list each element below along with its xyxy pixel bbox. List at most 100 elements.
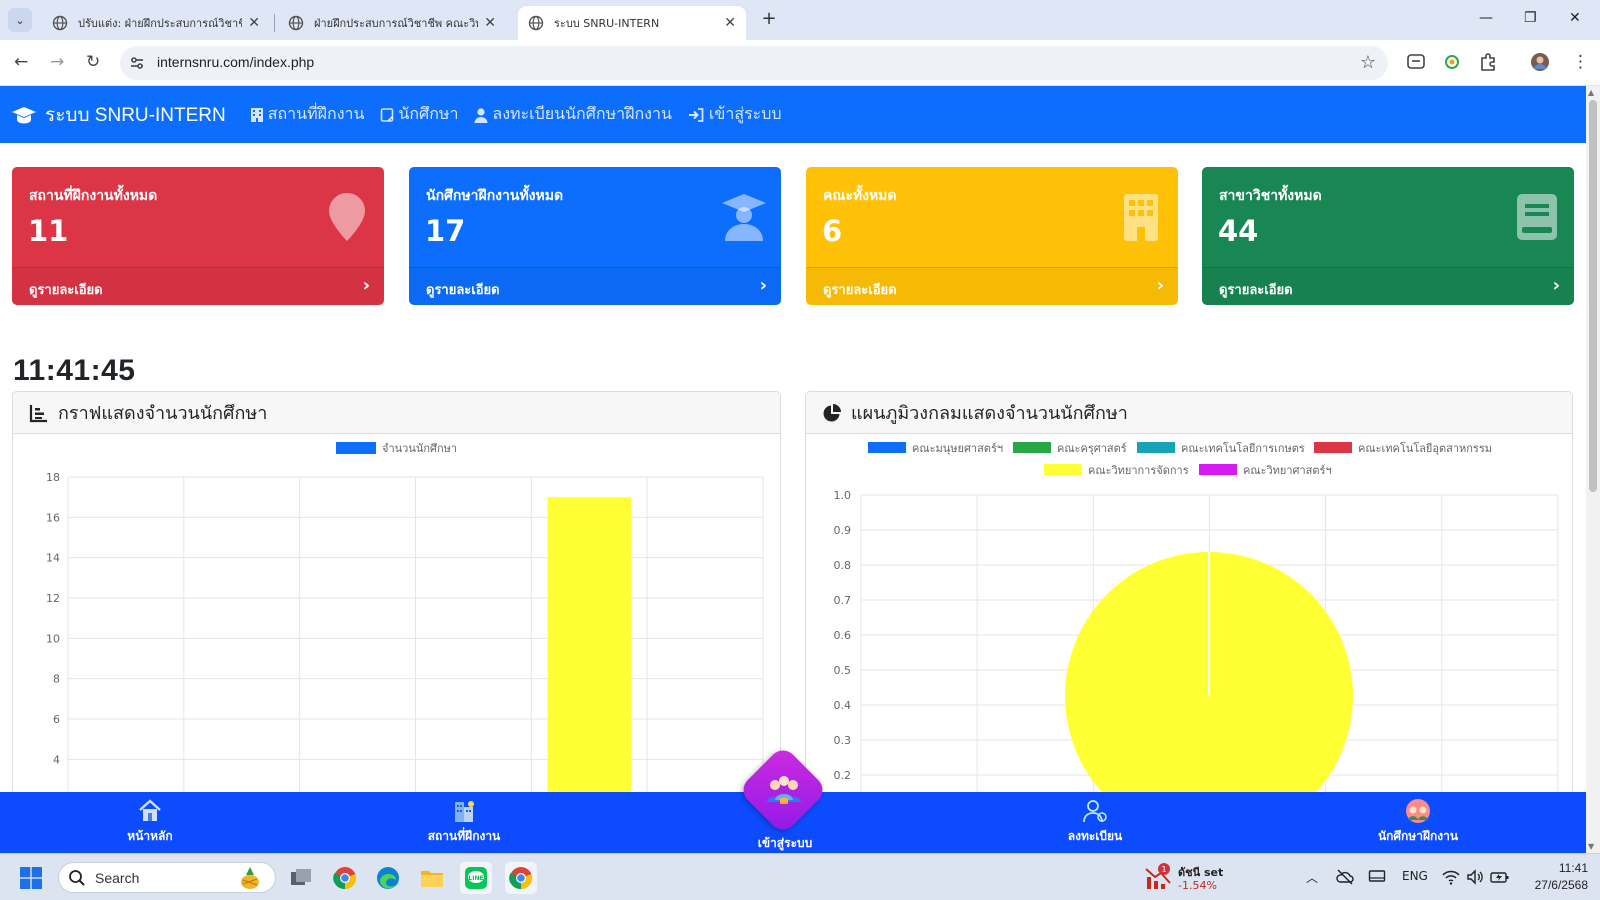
details-link: ดูรายละเอียด: [823, 283, 897, 298]
bottom-nav-register[interactable]: ลงทะเบียน: [1025, 798, 1165, 846]
stat-card-label: สาขาวิชาทั้งหมด: [1219, 188, 1322, 204]
close-window-icon[interactable]: ✕: [1569, 10, 1581, 26]
page-scrollbar[interactable]: ▲ ▼: [1586, 86, 1600, 853]
details-link: ดูรายละเอียด: [1219, 283, 1293, 298]
input-language[interactable]: ENG: [1402, 869, 1428, 883]
stat-card-label: นักศึกษาฝึกงานทั้งหมด: [426, 188, 564, 204]
location-pin-icon: [329, 193, 365, 241]
stat-card-footer-link[interactable]: ดูรายละเอียด ›: [12, 267, 384, 305]
stock-down-icon: 1: [1145, 863, 1171, 889]
stat-card-footer-link[interactable]: ดูรายละเอียด ›: [409, 267, 781, 305]
y-tick-label: 0.6: [834, 629, 852, 642]
interns-group-icon: [1406, 799, 1430, 823]
y-tick-label: 6: [53, 713, 60, 726]
close-tab-icon[interactable]: ✕: [724, 15, 736, 31]
close-tab-icon[interactable]: ✕: [484, 15, 496, 31]
forward-icon[interactable]: →: [50, 52, 64, 72]
y-tick-label: 0.4: [834, 699, 852, 712]
extension-chat-icon[interactable]: [1406, 52, 1426, 72]
tab-search-button[interactable]: ⌄: [8, 8, 32, 32]
stat-card-label: สถานที่ฝึกงานทั้งหมด: [29, 188, 158, 204]
home-icon: [139, 799, 161, 821]
taskbar-stock-widget[interactable]: 1 ดัชนี set -1.54%: [1144, 861, 1264, 895]
browser-tab-active[interactable]: ระบบ SNRU-INTERN ✕: [518, 6, 746, 40]
extension-leaf-icon[interactable]: [1442, 52, 1462, 72]
line-app-icon: LINE: [465, 867, 487, 889]
taskbar-task-view[interactable]: [285, 862, 317, 894]
legend-label: คณะมนุษยศาสตร์ฯ: [912, 442, 1003, 455]
new-tab-button[interactable]: +: [758, 8, 780, 30]
taskbar-search[interactable]: Search: [58, 862, 276, 893]
pie-chart-icon: [823, 403, 841, 421]
bookmark-star-icon[interactable]: ☆: [1360, 52, 1376, 73]
panel-header: กราฟแสดงจำนวนนักศึกษา: [13, 392, 780, 434]
display-icon[interactable]: [1368, 868, 1386, 886]
site-settings-icon[interactable]: [128, 54, 146, 72]
y-tick-label: 0.7: [834, 594, 852, 607]
taskbar-file-explorer[interactable]: [416, 862, 448, 894]
minimize-icon[interactable]: —: [1479, 10, 1493, 26]
address-bar[interactable]: internsnru.com/index.php ☆: [120, 46, 1388, 80]
nav-link-workplaces[interactable]: สถานที่ฝึกงาน: [250, 102, 364, 127]
profile-avatar-icon[interactable]: [1530, 52, 1550, 72]
wifi-icon[interactable]: [1442, 868, 1460, 886]
scroll-down-icon[interactable]: ▼: [1588, 842, 1594, 851]
bottom-nav-workplaces[interactable]: สถานที่ฝึกงาน: [394, 798, 534, 846]
task-view-icon: [291, 869, 311, 885]
user-icon: [474, 107, 488, 123]
close-tab-icon[interactable]: ✕: [248, 15, 260, 31]
taskbar-date: 27/6/2568: [1534, 878, 1588, 892]
y-tick-label: 16: [46, 511, 60, 524]
restore-icon[interactable]: ❐: [1524, 10, 1537, 26]
bar-chart-icon: [29, 404, 47, 422]
details-link: ดูรายละเอียด: [29, 283, 103, 298]
nav-link-label: นักศึกษา: [398, 104, 459, 123]
stat-card-footer-link[interactable]: ดูรายละเอียด ›: [1202, 267, 1574, 305]
chrome-icon: [333, 867, 357, 890]
y-tick-label: 12: [46, 592, 60, 605]
taskbar-chrome[interactable]: [329, 862, 361, 894]
building-icon: [250, 107, 263, 122]
group-login-icon: [767, 776, 801, 804]
brand-link[interactable]: ระบบ SNRU-INTERN: [12, 100, 226, 130]
taskbar-clock[interactable]: 11:41 27/6/2568: [1535, 860, 1588, 894]
taskbar-edge[interactable]: [372, 862, 404, 894]
y-tick-label: 4: [53, 753, 60, 766]
taskbar-time: 11:41: [1558, 861, 1588, 875]
book-icon: [1517, 194, 1557, 240]
tray-overflow-icon[interactable]: ︿: [1306, 869, 1318, 886]
scrollbar-thumb[interactable]: [1589, 100, 1597, 492]
browser-tab[interactable]: ฝ่ายฝึกประสบการณ์วิชาชีพ คณะวิทย ✕: [278, 6, 506, 40]
browser-tab[interactable]: ปรับแต่ง: ฝ่ายฝึกประสบการณ์วิชาชีพ ✕: [42, 6, 270, 40]
legend-swatch: [1199, 464, 1237, 475]
y-tick-label: 0.5: [834, 664, 852, 677]
graduate-icon: [722, 194, 766, 241]
bottom-nav-interns[interactable]: นักศึกษาฝึกงาน: [1348, 798, 1488, 846]
building-icon: [1124, 194, 1158, 241]
legend-swatch: [336, 442, 376, 454]
legend-label: คณะวิทยาศาสตร์ฯ: [1243, 464, 1332, 477]
taskbar-line[interactable]: LINE: [460, 862, 492, 894]
battery-charging-icon[interactable]: [1490, 868, 1510, 886]
back-icon[interactable]: ←: [14, 52, 28, 72]
panel-title: กราฟแสดงจำนวนนักศึกษา: [58, 403, 268, 424]
stat-card-majors: สาขาวิชาทั้งหมด 44 ดูรายละเอียด ›: [1202, 167, 1574, 305]
nav-link-register[interactable]: ลงทะเบียนนักศึกษาฝึกงาน: [474, 102, 672, 127]
bottom-nav-home[interactable]: หน้าหลัก: [80, 798, 220, 846]
folder-icon: [421, 871, 443, 887]
cloud-offline-icon[interactable]: [1336, 868, 1354, 886]
puzzle-extensions-icon[interactable]: [1478, 52, 1498, 72]
stat-card-value: 17: [425, 214, 466, 248]
reload-icon[interactable]: ↻: [86, 52, 100, 72]
stat-card-footer-link[interactable]: ดูรายละเอียด ›: [806, 267, 1178, 305]
scroll-up-icon[interactable]: ▲: [1588, 88, 1594, 97]
browser-tab-bar: ⌄ ปรับแต่ง: ฝ่ายฝึกประสบการณ์วิชาชีพ ✕ ฝ…: [0, 0, 1600, 40]
nav-link-login[interactable]: เข้าสู่ระบบ: [688, 102, 782, 127]
taskbar-chrome-active[interactable]: [505, 862, 537, 894]
legend-label: คณะครุศาสตร์: [1057, 442, 1127, 455]
browser-menu-icon[interactable]: ⋮: [1572, 52, 1589, 72]
stock-badge: 1: [1161, 865, 1166, 874]
nav-link-students[interactable]: นักศึกษา: [380, 102, 458, 127]
volume-icon[interactable]: [1466, 868, 1484, 886]
windows-start-icon[interactable]: [20, 867, 42, 889]
